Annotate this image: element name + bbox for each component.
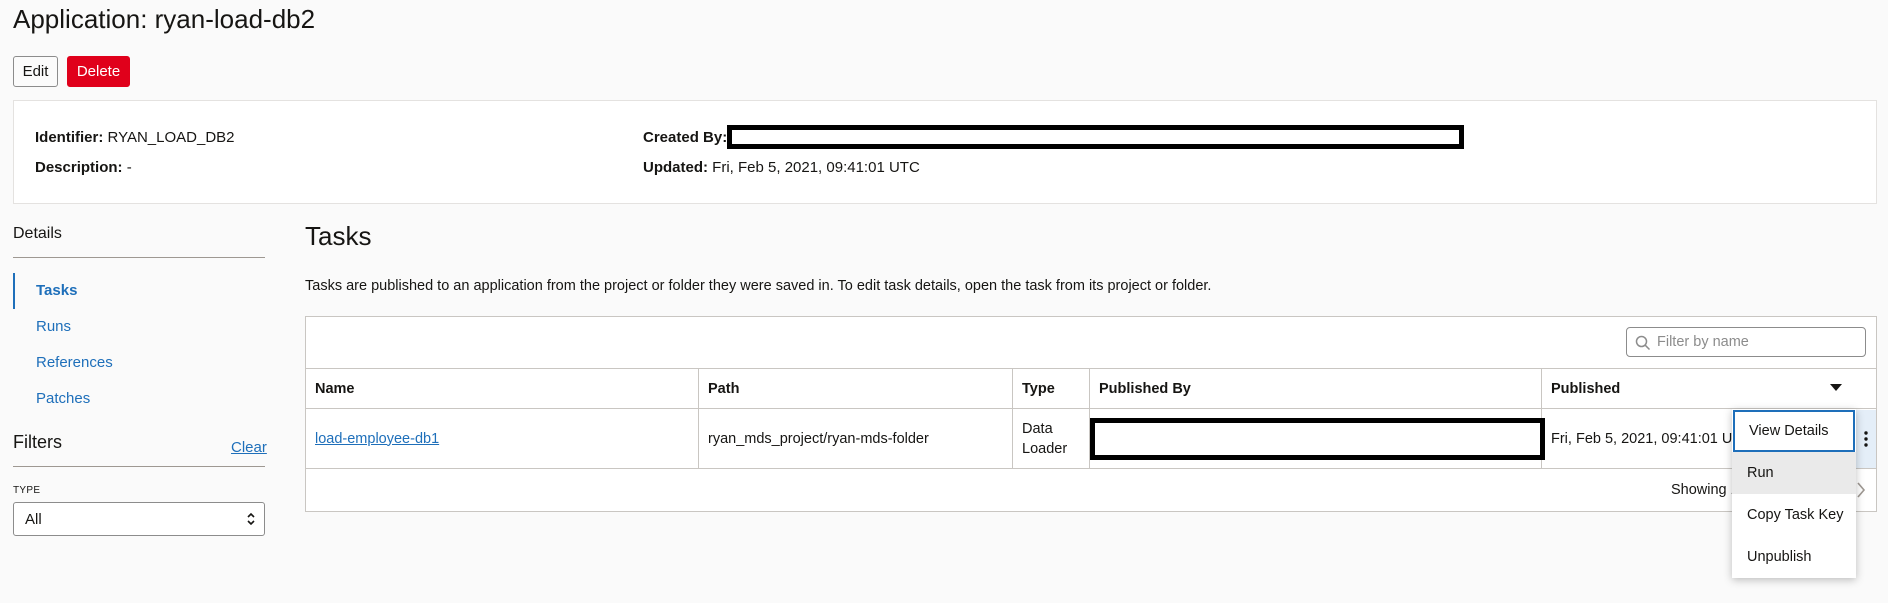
description-row: Description: -: [35, 159, 132, 176]
column-header-path[interactable]: Path: [699, 369, 1013, 409]
published-by-redaction: [1090, 418, 1545, 460]
updated-row: Updated: Fri, Feb 5, 2021, 09:41:01 UTC: [643, 159, 920, 176]
filter-placeholder: Filter by name: [1657, 334, 1749, 350]
select-updown-icon: [247, 512, 255, 526]
tasks-title: Tasks: [305, 221, 372, 251]
identifier-label: Identifier:: [35, 129, 104, 146]
menu-item-run[interactable]: Run: [1732, 452, 1856, 494]
task-type-line1: Data: [1022, 420, 1053, 437]
created-by-label: Created By:: [643, 129, 728, 146]
sidebar-item-patches[interactable]: Patches: [36, 390, 90, 407]
created-by-row: Created By:: [643, 129, 727, 146]
type-filter-label: TYPE: [13, 485, 41, 496]
sidebar-item-runs[interactable]: Runs: [36, 318, 71, 335]
sidebar-item-tasks[interactable]: Tasks: [36, 282, 77, 299]
sidebar-item-references[interactable]: References: [36, 354, 113, 371]
task-path-cell: ryan_mds_project/ryan-mds-folder: [699, 409, 1013, 468]
sidebar-heading: Details: [13, 225, 62, 242]
task-type-line2: Loader: [1022, 440, 1068, 457]
page-title: Application: ryan-load-db2: [13, 4, 316, 34]
description-value: -: [126, 159, 132, 176]
sort-down-icon[interactable]: [1830, 384, 1842, 391]
identifier-value: RYAN_LOAD_DB2: [107, 129, 235, 146]
task-name-cell: load-employee-db1: [306, 409, 699, 468]
column-header-published[interactable]: Published: [1542, 369, 1876, 409]
column-header-name[interactable]: Name: [306, 369, 699, 409]
task-name-link[interactable]: load-employee-db1: [315, 431, 439, 447]
search-icon: [1635, 335, 1651, 351]
delete-button[interactable]: Delete: [67, 56, 130, 87]
row-context-menu: View Details Run Copy Task Key Unpublish: [1732, 409, 1856, 578]
updated-label: Updated:: [643, 159, 708, 176]
edit-button[interactable]: Edit: [13, 56, 58, 87]
pagination-status: Showing 1: [1671, 482, 1739, 498]
clear-filters-link[interactable]: Clear: [231, 439, 267, 456]
filters-heading: Filters: [13, 432, 62, 452]
task-type-cell: Data Loader: [1013, 409, 1090, 468]
filter-by-name-input[interactable]: Filter by name: [1626, 327, 1866, 357]
menu-item-copy-task-key[interactable]: Copy Task Key: [1732, 494, 1856, 536]
info-panel: [13, 100, 1877, 204]
column-header-published-by[interactable]: Published By: [1090, 369, 1542, 409]
type-filter-value: All: [25, 510, 42, 528]
filters-divider: [13, 466, 265, 467]
column-header-type[interactable]: Type: [1013, 369, 1090, 409]
table-header: Name Path Type Published By Published: [306, 368, 1876, 409]
tasks-description: Tasks are published to an application fr…: [305, 278, 1212, 294]
identifier-row: Identifier: RYAN_LOAD_DB2: [35, 129, 235, 146]
sidebar-divider: [13, 257, 265, 258]
description-label: Description:: [35, 159, 123, 176]
sidebar-active-indicator: [13, 273, 15, 309]
type-filter-select[interactable]: All: [13, 502, 265, 536]
kebab-menu-icon[interactable]: [1864, 430, 1868, 448]
created-by-redaction: [727, 125, 1464, 149]
updated-value: Fri, Feb 5, 2021, 09:41:01 UTC: [712, 159, 920, 176]
menu-item-view-details[interactable]: View Details: [1733, 410, 1855, 452]
menu-item-unpublish[interactable]: Unpublish: [1732, 536, 1856, 578]
next-page-chevron-icon[interactable]: [1856, 481, 1866, 499]
